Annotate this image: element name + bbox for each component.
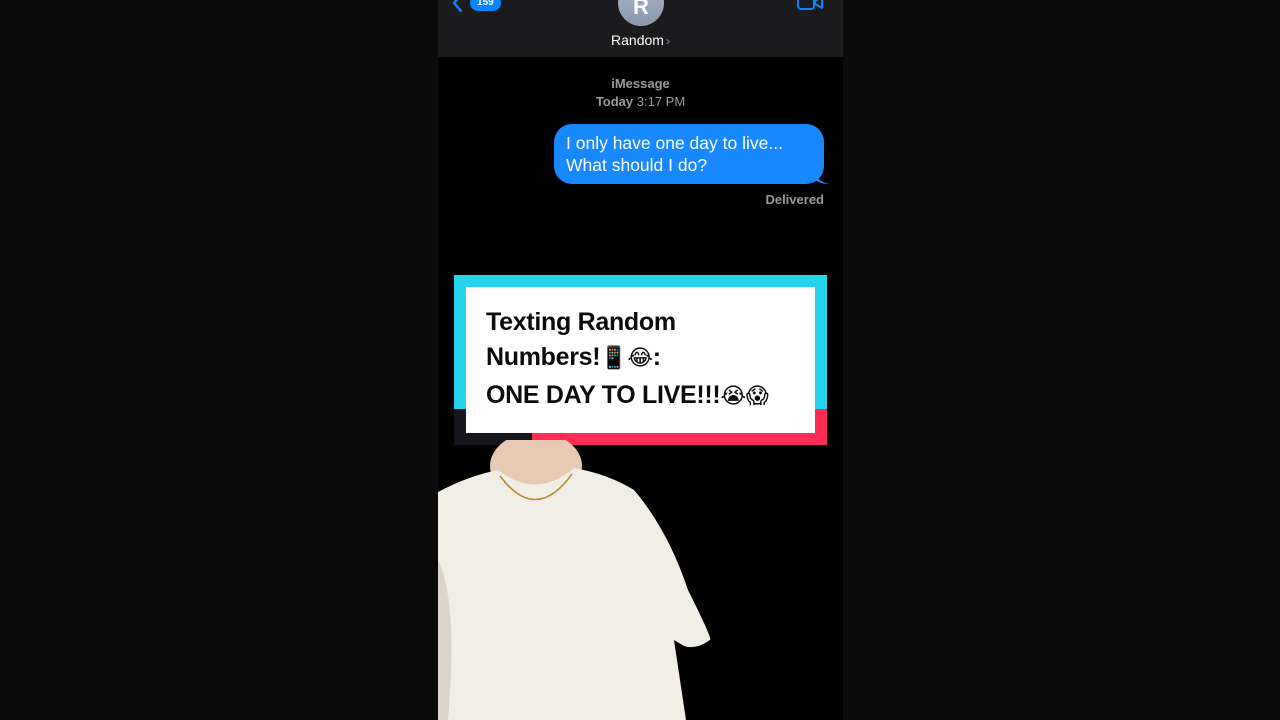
phone-laughing-emoji: 📱😂 [600, 345, 653, 370]
title-line-2-text: Numbers! [486, 343, 601, 371]
message-line: What should I do? [566, 155, 708, 175]
contact-name: Random [611, 32, 664, 48]
timestamp-day: Today [595, 94, 634, 109]
crying-screaming-emoji: 😭😱 [720, 383, 769, 408]
unread-count-badge: 159 [470, 0, 501, 11]
chevron-right-icon: › [665, 34, 670, 48]
contact-name-button[interactable]: Random › [438, 32, 843, 48]
timestamp-time: 3:17 PM [636, 94, 686, 109]
title-line-2-suffix: : [652, 343, 661, 371]
title-line-1: Texting Random [486, 308, 676, 336]
phone-screen: 159 R Random › iMessage Today 3:17 PM I o… [438, 0, 843, 720]
bubble-tail [814, 170, 830, 184]
video-camera-icon[interactable] [797, 0, 823, 12]
title-line-3: ONE DAY TO LIVE!!!😭😱 [486, 381, 769, 410]
conversation-header: 159 R Random › [438, 0, 843, 57]
contact-avatar[interactable]: R [618, 0, 664, 26]
sent-message-bubble[interactable]: I only have one day to live... What shou… [554, 124, 830, 184]
card-text-panel: Texting Random Numbers!📱😂: ONE DAY TO LI… [466, 287, 815, 433]
presenter-image [438, 440, 711, 720]
title-card: Texting Random Numbers!📱😂: ONE DAY TO LI… [454, 275, 827, 445]
message-line: I only have one day to live... [566, 133, 783, 153]
delivery-status: Delivered [765, 192, 824, 207]
service-label: iMessage [611, 76, 670, 91]
chevron-left-icon [452, 0, 463, 12]
video-frame: 159 R Random › iMessage Today 3:17 PM I o… [0, 0, 1280, 720]
title-line-3-text: ONE DAY TO LIVE!!! [486, 381, 721, 409]
avatar-initial: R [633, 0, 649, 19]
title-line-2: Numbers!📱😂: [486, 343, 661, 372]
back-button[interactable]: 159 [450, 0, 501, 12]
message-timestamp: Today 3:17 PM [438, 94, 843, 109]
presenter-shirt [438, 468, 711, 720]
